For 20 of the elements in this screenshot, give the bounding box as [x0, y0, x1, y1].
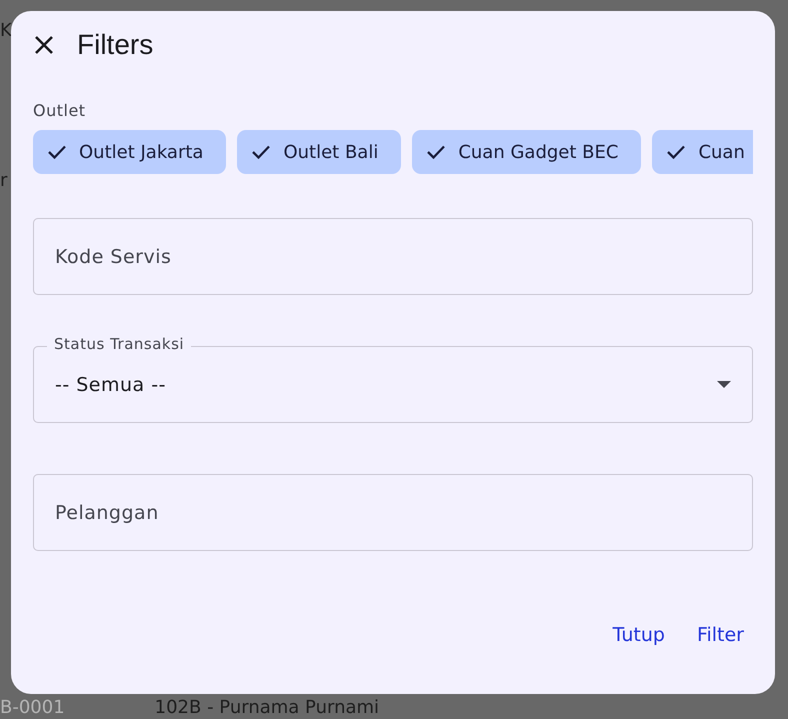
outlet-chip[interactable]: Cuan Gadget BEC [412, 130, 642, 174]
background-text: K [0, 22, 13, 40]
check-icon [426, 144, 446, 160]
dialog-title: Filters [77, 29, 154, 61]
background-text: r [0, 172, 8, 190]
background-code: B-0001 [0, 697, 65, 718]
check-icon [251, 144, 272, 160]
outlet-chip[interactable]: Outlet Jakarta [33, 130, 226, 174]
background-row-text: 102B - Purnama Purnami [154, 697, 380, 718]
check-icon [47, 144, 67, 160]
outlet-chip[interactable]: Cuan [652, 130, 753, 174]
check-icon [666, 144, 686, 160]
field-label: Outlet [33, 101, 87, 120]
dropdown-caret-icon [717, 381, 731, 388]
input-field[interactable]: Pelanggan [33, 474, 753, 551]
close-icon[interactable] [33, 34, 55, 56]
input-field[interactable]: Kode Servis [33, 218, 753, 295]
outlet-chip[interactable]: Outlet Bali [237, 130, 402, 174]
text-button[interactable]: Tutup [604, 616, 674, 654]
text-button[interactable]: Filter [688, 616, 753, 654]
